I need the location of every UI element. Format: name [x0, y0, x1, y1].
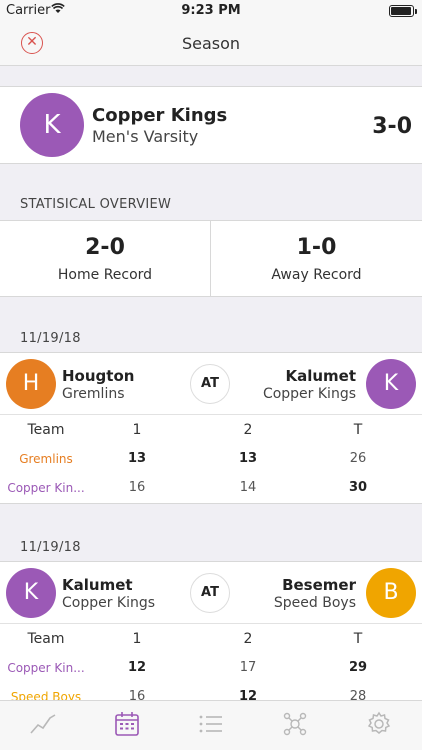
away-team-avatar: B	[366, 568, 416, 618]
away-record-label: Away Record	[271, 267, 362, 283]
row-total: 26	[349, 451, 367, 466]
home-team-avatar: H	[6, 359, 56, 409]
tab-stats[interactable]	[28, 709, 58, 739]
tab-settings[interactable]	[364, 709, 394, 739]
row-total: 30	[348, 480, 368, 495]
tab-list[interactable]	[196, 709, 226, 739]
tab-bar	[0, 700, 422, 750]
calendar-icon	[115, 712, 139, 736]
page-title: Season	[181, 34, 241, 53]
row-p2: 13	[238, 451, 258, 466]
game-matchup: K Kalumet Copper Kings AT Besemer Speed …	[0, 562, 422, 624]
team-name: Copper Kings	[92, 105, 228, 126]
left-team-name: Kalumet	[62, 576, 133, 594]
team-subtitle: Men's Varsity	[92, 127, 199, 146]
away-team-avatar: K	[366, 359, 416, 409]
game-card[interactable]: H Hougton Gremlins AT Kalumet Copper Kin…	[0, 352, 422, 504]
left-team-sub: Gremlins	[62, 386, 125, 402]
home-record: 2-0 Home Record	[0, 221, 211, 297]
col-period-1: 1	[132, 631, 142, 647]
team-avatar: K	[20, 93, 84, 157]
right-team-sub: Speed Boys	[273, 595, 356, 611]
chart-line-icon	[30, 714, 56, 734]
col-team: Team	[27, 422, 65, 438]
away-record-value: 1-0	[296, 235, 337, 260]
nav-bar: ✕ Season	[0, 22, 422, 66]
table-row: Copper Kin... 12 17 29	[0, 654, 422, 682]
gear-icon	[367, 711, 391, 734]
row-p1: 16	[128, 480, 146, 495]
team-card[interactable]: K Copper Kings Men's Varsity 3-0	[0, 86, 422, 164]
battery-icon	[389, 5, 417, 17]
home-team-avatar: K	[6, 568, 56, 618]
home-record-label: Home Record	[57, 267, 153, 283]
home-record-value: 2-0	[85, 235, 125, 260]
game-date: 11/19/18	[20, 540, 81, 555]
game-date: 11/19/18	[20, 331, 81, 346]
table-row: Copper Kin... 16 14 30	[0, 474, 422, 502]
col-team: Team	[27, 631, 65, 647]
overview-header: STATISICAL OVERVIEW	[20, 197, 172, 212]
col-total: T	[353, 422, 363, 438]
row-team: Copper Kin...	[7, 481, 85, 495]
at-badge: AT	[190, 573, 230, 613]
row-team: Copper Kin...	[7, 661, 85, 675]
row-team: Gremlins	[19, 452, 73, 466]
col-total: T	[353, 631, 363, 647]
right-team-sub: Copper Kings	[262, 386, 356, 402]
away-record: 1-0 Away Record	[211, 221, 422, 297]
clock: 9:23 PM	[181, 3, 241, 18]
table-row: Gremlins 13 13 26	[0, 445, 422, 473]
tab-schedule[interactable]	[112, 709, 142, 739]
game-card[interactable]: K Kalumet Copper Kings AT Besemer Speed …	[0, 561, 422, 721]
row-total: 29	[348, 660, 368, 675]
right-team-name: Besemer	[282, 576, 356, 594]
col-period-2: 2	[243, 422, 253, 438]
right-team-name: Kalumet	[285, 367, 356, 385]
row-p2: 17	[239, 660, 257, 675]
left-team-sub: Copper Kings	[62, 595, 156, 611]
box-score-header: Team 1 2 T	[0, 416, 422, 444]
col-period-1: 1	[132, 422, 142, 438]
col-period-2: 2	[243, 631, 253, 647]
row-p1: 12	[127, 660, 147, 675]
list-icon	[199, 715, 222, 733]
stats-overview: 2-0 Home Record 1-0 Away Record	[0, 220, 422, 297]
row-p1: 13	[127, 451, 147, 466]
game-matchup: H Hougton Gremlins AT Kalumet Copper Kin…	[0, 353, 422, 415]
row-p2: 14	[239, 480, 257, 495]
box-score-header: Team 1 2 T	[0, 625, 422, 653]
at-badge: AT	[190, 364, 230, 404]
status-bar: Carrier 9:23 PM	[0, 0, 422, 22]
tab-network[interactable]	[280, 709, 310, 739]
left-team-name: Hougton	[62, 367, 135, 385]
team-record: 3-0	[372, 114, 412, 139]
network-icon	[283, 712, 307, 736]
